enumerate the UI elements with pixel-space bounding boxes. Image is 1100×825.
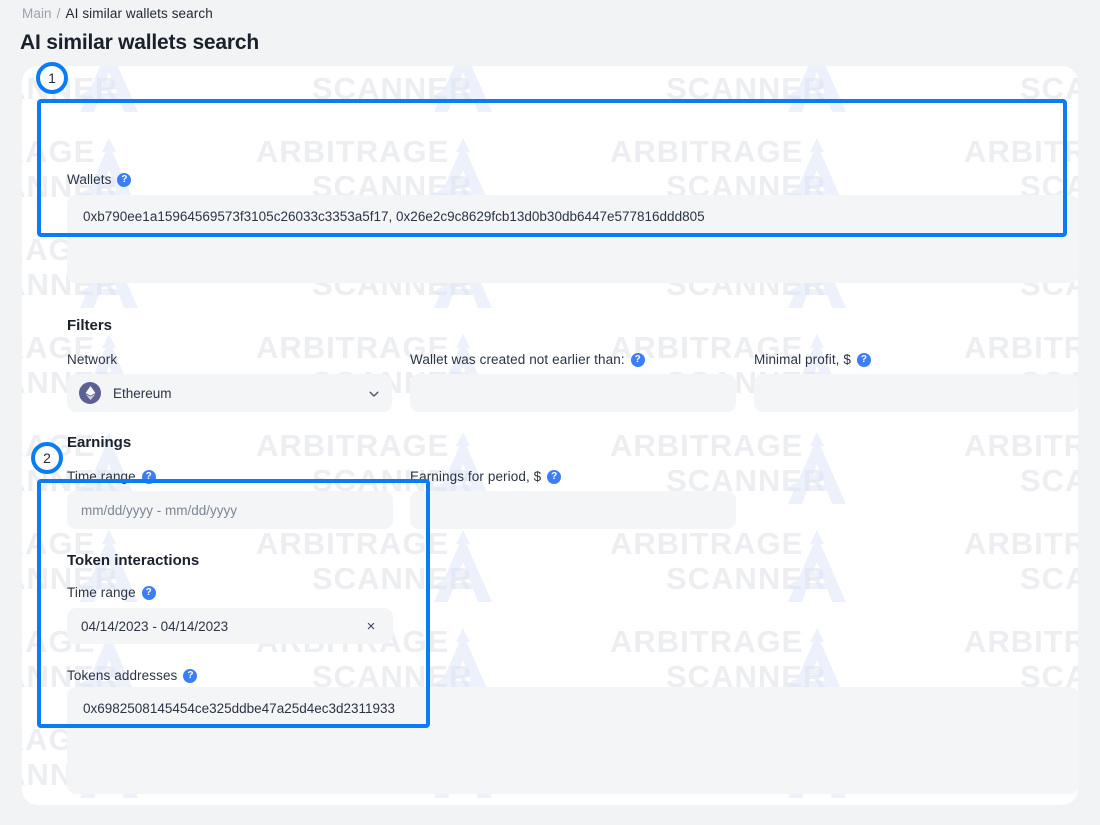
- filters-section-title: Filters: [67, 317, 113, 334]
- earnings-time-range-placeholder: mm/dd/yyyy - mm/dd/yyyy: [81, 502, 238, 518]
- minimal-profit-label: Minimal profit, $ ?: [754, 352, 871, 367]
- token-time-range-label-text: Time range: [67, 585, 136, 600]
- help-icon[interactable]: ?: [141, 585, 156, 600]
- token-interactions-section-title: Token interactions: [67, 552, 200, 569]
- wallets-label: Wallets ?: [67, 172, 132, 187]
- page-title: AI similar wallets search: [20, 31, 259, 54]
- breadcrumb-separator: /: [56, 6, 61, 21]
- ethereum-icon: [79, 382, 101, 404]
- earnings-for-period-input[interactable]: [410, 491, 736, 529]
- wallets-value: 0xb790ee1a15964569573f3105c26033c3353a5f…: [83, 209, 705, 224]
- earnings-time-range-label: Time range ?: [67, 469, 156, 484]
- wallet-created-label: Wallet was created not earlier than: ?: [410, 352, 645, 367]
- breadcrumb: Main / AI similar wallets search: [22, 6, 213, 21]
- network-label: Network: [67, 352, 117, 367]
- wallets-label-text: Wallets: [67, 172, 112, 187]
- chevron-down-icon: [368, 387, 380, 399]
- network-label-text: Network: [67, 352, 118, 367]
- minimal-profit-label-text: Minimal profit, $: [754, 352, 851, 367]
- help-icon[interactable]: ?: [117, 172, 132, 187]
- help-icon[interactable]: ?: [547, 469, 562, 484]
- wallet-created-label-text: Wallet was created not earlier than:: [410, 352, 625, 367]
- earnings-for-period-label-text: Earnings for period, $: [410, 469, 542, 484]
- help-icon[interactable]: ?: [141, 469, 156, 484]
- tokens-addresses-label-text: Tokens addresses: [67, 668, 178, 683]
- breadcrumb-current: AI similar wallets search: [65, 6, 213, 21]
- wallet-created-input[interactable]: [410, 374, 736, 412]
- tokens-addresses-input[interactable]: 0x6982508145454ce325ddbe47a25d4ec3d23119…: [67, 687, 1078, 794]
- earnings-time-range-input[interactable]: mm/dd/yyyy - mm/dd/yyyy: [67, 491, 393, 529]
- annotation-marker-1: 1: [36, 62, 68, 94]
- tokens-addresses-value: 0x6982508145454ce325ddbe47a25d4ec3d23119…: [83, 701, 396, 716]
- token-time-range-label: Time range ?: [67, 585, 156, 600]
- earnings-time-range-label-text: Time range: [67, 469, 136, 484]
- token-time-range-value: 04/14/2023 - 04/14/2023: [81, 618, 229, 634]
- tokens-addresses-label: Tokens addresses ?: [67, 668, 198, 683]
- annotation-marker-2: 2: [31, 442, 63, 474]
- help-icon[interactable]: ?: [856, 352, 871, 367]
- network-selected-value: Ethereum: [113, 385, 172, 401]
- network-select[interactable]: Ethereum: [67, 374, 392, 412]
- earnings-section-title: Earnings: [67, 434, 132, 451]
- earnings-for-period-label: Earnings for period, $ ?: [410, 469, 562, 484]
- help-icon[interactable]: ?: [183, 668, 198, 683]
- help-icon[interactable]: ?: [630, 352, 645, 367]
- token-time-range-input[interactable]: 04/14/2023 - 04/14/2023 ×: [67, 608, 393, 644]
- minimal-profit-input[interactable]: [754, 374, 1078, 412]
- breadcrumb-main-link[interactable]: Main: [22, 6, 52, 21]
- search-form-card: ARBITRAGESCANNERARBITRAGESCANNERARBITRAG…: [22, 66, 1078, 805]
- clear-icon[interactable]: ×: [363, 618, 379, 634]
- wallets-input[interactable]: 0xb790ee1a15964569573f3105c26033c3353a5f…: [67, 195, 1078, 283]
